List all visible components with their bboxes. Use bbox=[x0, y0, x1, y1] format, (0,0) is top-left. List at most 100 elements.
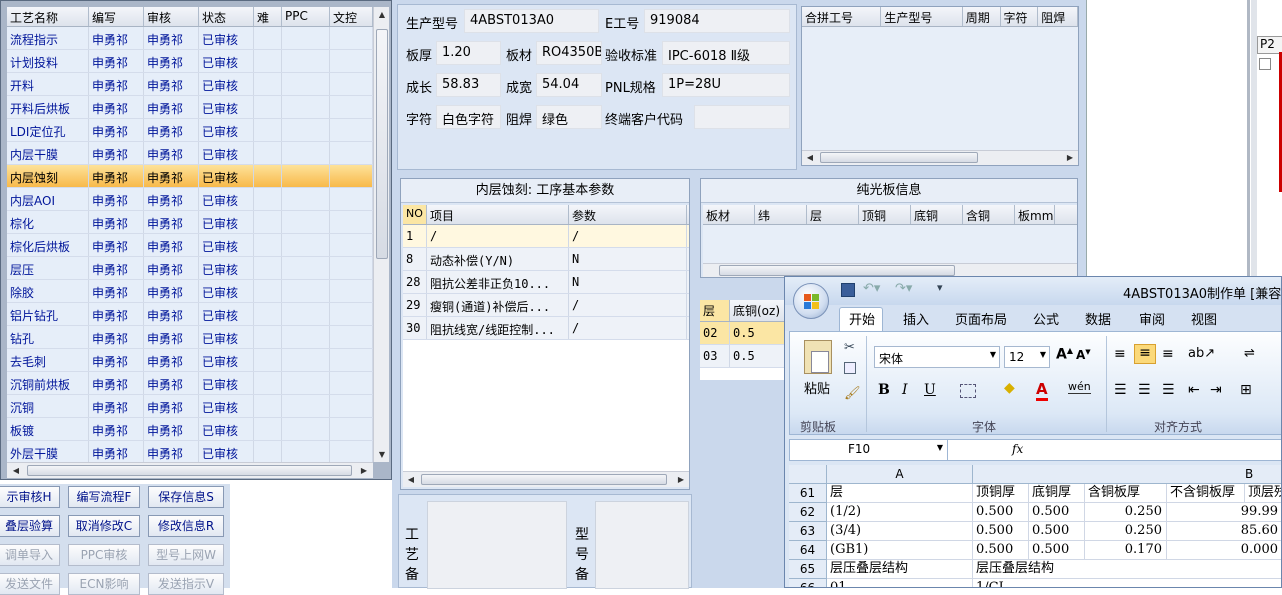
table-cell[interactable] bbox=[282, 395, 330, 417]
col-difficulty[interactable]: 难 bbox=[254, 7, 282, 26]
table-cell[interactable]: 钻孔 bbox=[7, 326, 89, 348]
table-cell[interactable]: 沉铜前烘板 bbox=[7, 372, 89, 394]
sheet-cell[interactable]: 含铜板厚 bbox=[1085, 484, 1167, 503]
table-cell[interactable] bbox=[254, 27, 282, 49]
table-cell[interactable]: 已审核 bbox=[199, 303, 254, 325]
table-cell[interactable]: 已审核 bbox=[199, 257, 254, 279]
scroll-left-arrow[interactable]: ◀ bbox=[9, 466, 23, 475]
row-header[interactable]: 64 bbox=[789, 541, 827, 560]
table-row[interactable]: 除胶 申勇祁 申勇祁 已审核 bbox=[7, 280, 373, 303]
table-cell[interactable]: 层压 bbox=[7, 257, 89, 279]
sheet-cell[interactable]: 99.99 bbox=[1167, 503, 1281, 522]
table-cell[interactable] bbox=[254, 142, 282, 164]
tab-review[interactable]: 审阅 bbox=[1139, 309, 1165, 328]
side-checkbox[interactable] bbox=[1259, 58, 1271, 70]
table-cell[interactable]: 已审核 bbox=[199, 50, 254, 72]
table-cell[interactable] bbox=[282, 96, 330, 118]
paste-label[interactable]: 粘贴 bbox=[804, 378, 830, 397]
length-value[interactable]: 58.83 bbox=[436, 73, 501, 97]
table-cell[interactable] bbox=[282, 211, 330, 233]
table-cell[interactable] bbox=[254, 96, 282, 118]
table-cell[interactable] bbox=[330, 27, 373, 49]
table-cell[interactable]: 流程指示 bbox=[7, 27, 89, 49]
scroll-thumb-h[interactable] bbox=[421, 474, 667, 485]
table-cell[interactable]: 申勇祁 bbox=[89, 372, 144, 394]
col-with-copper[interactable]: 含铜 bbox=[963, 205, 1015, 224]
table-row[interactable]: 流程指示 申勇祁 申勇祁 已审核 bbox=[7, 27, 373, 50]
sheet-cell[interactable]: 0.500 bbox=[1029, 522, 1085, 541]
table-cell[interactable]: 计划投料 bbox=[7, 50, 89, 72]
table-row[interactable]: 30 阻抗线宽/线距控制... / bbox=[403, 317, 689, 340]
col-layer-no[interactable]: 层 bbox=[700, 300, 730, 321]
table-cell[interactable] bbox=[254, 257, 282, 279]
import-order-button[interactable]: 调单导入 bbox=[0, 544, 60, 566]
table-cell[interactable]: 已审核 bbox=[199, 234, 254, 256]
col-process-name[interactable]: 工艺名称 bbox=[7, 7, 89, 26]
tab-data[interactable]: 数据 bbox=[1085, 309, 1111, 328]
table-cell[interactable]: 阻抗线宽/线距控制... bbox=[427, 317, 569, 339]
table-cell[interactable]: 已审核 bbox=[199, 326, 254, 348]
table-cell[interactable] bbox=[254, 395, 282, 417]
align-bottom-icon[interactable]: ≡ bbox=[1162, 346, 1174, 362]
table-cell[interactable]: / bbox=[569, 294, 687, 316]
row-header[interactable]: 66 bbox=[789, 579, 827, 587]
sheet-cell[interactable]: (1/2) bbox=[827, 503, 973, 522]
sheet-cell[interactable]: 0.500 bbox=[1029, 541, 1085, 560]
copy-icon[interactable] bbox=[844, 362, 856, 374]
ecn-impact-button[interactable]: ECN影响 bbox=[68, 573, 140, 595]
param-grid-hscroll[interactable]: ◀ ▶ bbox=[403, 471, 689, 487]
edit-info-button[interactable]: 修改信息R bbox=[148, 515, 224, 537]
col-no[interactable]: NO bbox=[403, 205, 427, 224]
table-cell[interactable] bbox=[282, 257, 330, 279]
table-cell[interactable] bbox=[254, 165, 282, 187]
table-cell[interactable]: 申勇祁 bbox=[144, 234, 199, 256]
table-cell[interactable]: 内层蚀刻 bbox=[7, 165, 89, 187]
customer-value[interactable] bbox=[694, 105, 790, 129]
col-merge-model[interactable]: 生产型号 bbox=[881, 7, 963, 26]
table-cell[interactable]: N bbox=[569, 248, 687, 270]
sheet-cell[interactable]: 不含铜板厚 bbox=[1167, 484, 1245, 503]
table-cell[interactable]: 申勇祁 bbox=[144, 96, 199, 118]
table-row[interactable]: LDI定位孔 申勇祁 申勇祁 已审核 bbox=[7, 119, 373, 142]
table-cell[interactable]: 申勇祁 bbox=[89, 50, 144, 72]
table-cell[interactable] bbox=[330, 211, 373, 233]
material-value[interactable]: RO4350B bbox=[536, 41, 602, 65]
table-cell[interactable] bbox=[282, 119, 330, 141]
table-row[interactable]: 沉铜前烘板 申勇祁 申勇祁 已审核 bbox=[7, 372, 373, 395]
table-cell[interactable]: 内层AOI bbox=[7, 188, 89, 210]
align-right-icon[interactable]: ☰ bbox=[1162, 382, 1175, 398]
scroll-right-arrow[interactable]: ▶ bbox=[1063, 153, 1077, 162]
fill-color-icon[interactable]: ◆ bbox=[1004, 380, 1015, 396]
cut-icon[interactable]: ✂ bbox=[844, 340, 855, 355]
table-cell[interactable]: 已审核 bbox=[199, 188, 254, 210]
align-middle-icon[interactable]: ≡ bbox=[1134, 344, 1156, 364]
border-icon[interactable] bbox=[960, 384, 976, 398]
width-value[interactable]: 54.04 bbox=[536, 73, 602, 97]
sheet-cell[interactable]: (GB1) bbox=[827, 541, 973, 560]
table-row[interactable]: 沉铜 申勇祁 申勇祁 已审核 bbox=[7, 395, 373, 418]
office-button-icon[interactable] bbox=[793, 283, 829, 319]
table-cell[interactable]: 申勇祁 bbox=[89, 27, 144, 49]
table-row[interactable]: 铝片钻孔 申勇祁 申勇祁 已审核 bbox=[7, 303, 373, 326]
process-grid-vscroll[interactable]: ▲ ▼ bbox=[373, 7, 389, 462]
table-row[interactable]: 棕化后烘板 申勇祁 申勇祁 已审核 bbox=[7, 234, 373, 257]
table-cell[interactable] bbox=[330, 257, 373, 279]
table-cell[interactable]: 去毛刺 bbox=[7, 349, 89, 371]
table-cell[interactable] bbox=[254, 188, 282, 210]
col-item[interactable]: 项目 bbox=[427, 205, 569, 224]
table-cell[interactable]: 0.5 bbox=[730, 322, 790, 344]
table-cell[interactable] bbox=[254, 418, 282, 440]
table-cell[interactable]: 开料 bbox=[7, 73, 89, 95]
scroll-down-arrow[interactable]: ▼ bbox=[375, 450, 389, 459]
column-header-b[interactable]: B bbox=[973, 465, 1281, 484]
table-cell[interactable] bbox=[282, 326, 330, 348]
table-cell[interactable] bbox=[330, 142, 373, 164]
col-merge-no[interactable]: 合拼工号 bbox=[802, 7, 882, 26]
table-cell[interactable]: 申勇祁 bbox=[144, 119, 199, 141]
mask-value[interactable]: 绿色 bbox=[536, 105, 602, 129]
table-cell[interactable]: 申勇祁 bbox=[89, 418, 144, 440]
char-value[interactable]: 白色字符 bbox=[436, 105, 501, 129]
table-cell[interactable]: 申勇祁 bbox=[144, 326, 199, 348]
table-cell[interactable] bbox=[330, 418, 373, 440]
col-merge-char[interactable]: 字符 bbox=[1001, 7, 1039, 26]
